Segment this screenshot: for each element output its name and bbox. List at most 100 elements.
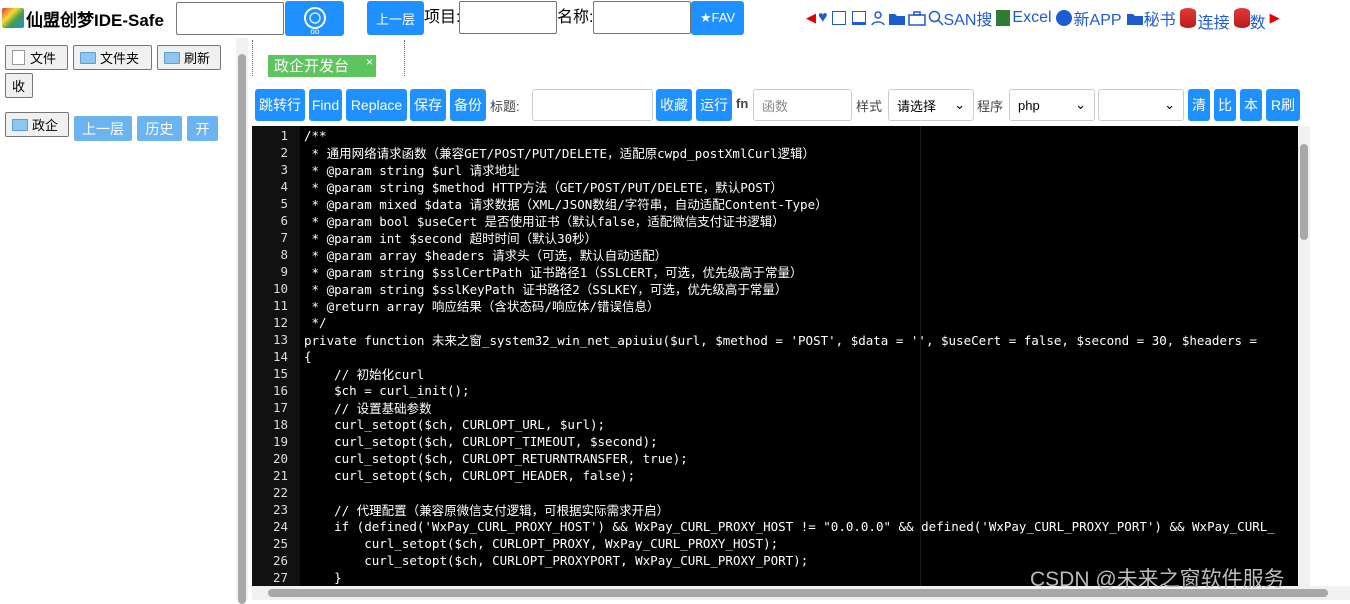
secretary-button[interactable]: 秘书 bbox=[1126, 6, 1178, 30]
extra-select[interactable]: ⌄ bbox=[1098, 89, 1184, 121]
window-icon[interactable] bbox=[830, 11, 848, 25]
briefcase-icon[interactable] bbox=[907, 10, 926, 26]
search-icon bbox=[928, 10, 944, 26]
style-label: 样式 bbox=[856, 99, 883, 114]
title-input[interactable] bbox=[532, 89, 653, 121]
chevron-down-icon: ⌄ bbox=[954, 97, 965, 112]
style-select[interactable]: 请选择 ⌄ bbox=[888, 89, 974, 121]
code-line[interactable]: 15 // 初始化curl bbox=[252, 365, 1298, 382]
code-line[interactable]: 14 { bbox=[252, 348, 1298, 365]
code-line[interactable]: 23 // 代理配置（兼容原微信支付逻辑，可根据实际需求开启） bbox=[252, 501, 1298, 518]
database-icon bbox=[1233, 8, 1250, 28]
tab-zhengqi-dev[interactable]: 政企开发台 × bbox=[268, 55, 376, 77]
run-button[interactable]: 运行 bbox=[696, 89, 732, 121]
program-select[interactable]: php ⌄ bbox=[1009, 89, 1095, 121]
save-button[interactable]: 保存 bbox=[410, 89, 446, 121]
backup-button[interactable]: 备份 bbox=[450, 89, 486, 121]
code-text: // 初始化curl bbox=[304, 367, 425, 382]
globe-icon bbox=[1055, 10, 1072, 26]
folder-icon[interactable] bbox=[888, 11, 906, 26]
san-search-button[interactable]: SAN搜 bbox=[928, 6, 995, 30]
watermark: CSDN @未来之窗软件服务 bbox=[1030, 568, 1285, 591]
code-line[interactable]: 11 * @return array 响应结果（含状态码/响应体/错误信息） bbox=[252, 297, 1298, 314]
code-line[interactable]: 6 * @param bool $useCert 是否使用证书（默认false，… bbox=[252, 212, 1298, 229]
code-text: /** bbox=[304, 128, 327, 143]
function-input[interactable]: 函数 bbox=[753, 89, 852, 121]
code-line[interactable]: 25 curl_setopt($ch, CURLOPT_PROXY, WxPay… bbox=[252, 535, 1298, 552]
code-line[interactable]: 17 // 设置基础参数 bbox=[252, 399, 1298, 416]
root-folder-button[interactable]: 政企 bbox=[5, 112, 69, 137]
collapse-button[interactable]: 收 bbox=[5, 73, 33, 98]
new-app-button[interactable]: 新APP bbox=[1055, 6, 1124, 30]
code-text: } bbox=[304, 570, 342, 585]
code-line[interactable]: 21 curl_setopt($ch, CURLOPT_HEADER, fals… bbox=[252, 467, 1298, 484]
excel-button[interactable]: Excel bbox=[996, 9, 1053, 27]
code-line[interactable]: 22 bbox=[252, 484, 1298, 501]
goto-line-button[interactable]: 跳转行 bbox=[255, 89, 305, 121]
editor-scroll-thumb[interactable] bbox=[1300, 144, 1308, 240]
name-label: 名称: bbox=[557, 9, 594, 26]
code-line[interactable]: 1 /** bbox=[252, 127, 1298, 144]
code-line[interactable]: 24 if (defined('WxPay_CURL_PROXY_HOST') … bbox=[252, 518, 1298, 535]
line-number: 12 bbox=[272, 315, 288, 330]
sidebar-up-button[interactable]: 上一层 bbox=[74, 116, 132, 141]
line-number: 5 bbox=[280, 196, 288, 211]
code-line[interactable]: 7 * @param int $second 超时时间（默认30秒） bbox=[252, 229, 1298, 246]
app-logo-icon bbox=[2, 8, 24, 28]
replace-button[interactable]: Replace bbox=[346, 89, 407, 121]
code-text: $ch = curl_init(); bbox=[304, 383, 470, 398]
excel-icon bbox=[996, 10, 1011, 26]
local-button[interactable]: 本 bbox=[1240, 89, 1262, 121]
code-line[interactable]: 20 curl_setopt($ch, CURLOPT_RETURNTRANSF… bbox=[252, 450, 1298, 467]
panel-icon[interactable] bbox=[850, 11, 868, 25]
data-label: 数 bbox=[1249, 15, 1266, 32]
new-file-button[interactable]: 文件 bbox=[5, 45, 68, 70]
code-line[interactable]: 5 * @param mixed $data 请求数据（XML/JSON数组/字… bbox=[252, 195, 1298, 212]
line-number: 3 bbox=[280, 162, 288, 177]
new-folder-button[interactable]: 文件夹 bbox=[73, 45, 152, 70]
next-arrow-icon[interactable]: ▶ bbox=[1270, 10, 1280, 26]
close-icon[interactable]: × bbox=[366, 55, 373, 69]
line-number: 26 bbox=[272, 553, 288, 568]
code-line[interactable]: 10 * @param string $sslKeyPath 证书路径2（SSL… bbox=[252, 280, 1298, 297]
code-text: private function 未来之窗_system32_win_net_a… bbox=[304, 333, 1258, 348]
sidebar-scroll-thumb[interactable] bbox=[238, 54, 246, 604]
code-line[interactable]: 8 * @param array $headers 请求头（可选，默认自动适配） bbox=[252, 246, 1298, 263]
fav-button[interactable]: ★FAV bbox=[691, 1, 744, 35]
sidebar-scrollbar[interactable] bbox=[236, 38, 248, 604]
editor-vertical-scrollbar[interactable] bbox=[1298, 126, 1310, 586]
search-input[interactable] bbox=[176, 2, 284, 35]
project-input[interactable] bbox=[459, 1, 557, 34]
code-line[interactable]: 9 * @param string $sslCertPath 证书路径1（SSL… bbox=[252, 263, 1298, 280]
collect-button[interactable]: 收藏 bbox=[656, 89, 692, 121]
line-number: 1 bbox=[280, 128, 288, 143]
go-button[interactable]: go bbox=[285, 1, 344, 36]
code-text: // 设置基础参数 bbox=[304, 401, 432, 416]
code-line[interactable]: 18 curl_setopt($ch, CURLOPT_URL, $url); bbox=[252, 416, 1298, 433]
code-editor[interactable]: 1 /** 2 * 通用网络请求函数（兼容GET/POST/PUT/DELETE，适… bbox=[252, 126, 1298, 586]
connect-button[interactable]: 连接 bbox=[1179, 6, 1232, 32]
line-number: 8 bbox=[280, 247, 288, 262]
code-line[interactable]: 13 private function 未来之窗_system32_win_net… bbox=[252, 331, 1298, 348]
prev-arrow-icon[interactable]: ◀ bbox=[806, 10, 816, 26]
refresh-button[interactable]: 刷新 bbox=[157, 45, 221, 70]
clear-button[interactable]: 清 bbox=[1188, 89, 1210, 121]
heart-icon[interactable]: ♥ bbox=[818, 9, 828, 27]
line-number: 17 bbox=[272, 400, 288, 415]
code-line[interactable]: 3 * @param string $url 请求地址 bbox=[252, 161, 1298, 178]
find-button[interactable]: Find bbox=[309, 89, 342, 121]
up-level-button[interactable]: 上一层 bbox=[367, 1, 424, 35]
history-button[interactable]: 历史 bbox=[137, 116, 182, 141]
r-refresh-button[interactable]: R刷 bbox=[1266, 89, 1300, 121]
open-button[interactable]: 开 bbox=[187, 116, 218, 141]
code-line[interactable]: 19 curl_setopt($ch, CURLOPT_TIMEOUT, $se… bbox=[252, 433, 1298, 450]
code-line[interactable]: 2 * 通用网络请求函数（兼容GET/POST/PUT/DELETE，适配原cw… bbox=[252, 144, 1298, 161]
name-input[interactable] bbox=[593, 1, 691, 34]
code-line[interactable]: 4 * @param string $method HTTP方法（GET/POS… bbox=[252, 178, 1298, 195]
data-button[interactable]: 数 bbox=[1233, 6, 1268, 32]
code-line[interactable]: 12 */ bbox=[252, 314, 1298, 331]
user-icon[interactable] bbox=[870, 10, 886, 26]
compare-button[interactable]: 比 bbox=[1214, 89, 1236, 121]
code-line[interactable]: 16 $ch = curl_init(); bbox=[252, 382, 1298, 399]
app-logo: 仙盟创梦IDE-Safe bbox=[2, 7, 164, 30]
